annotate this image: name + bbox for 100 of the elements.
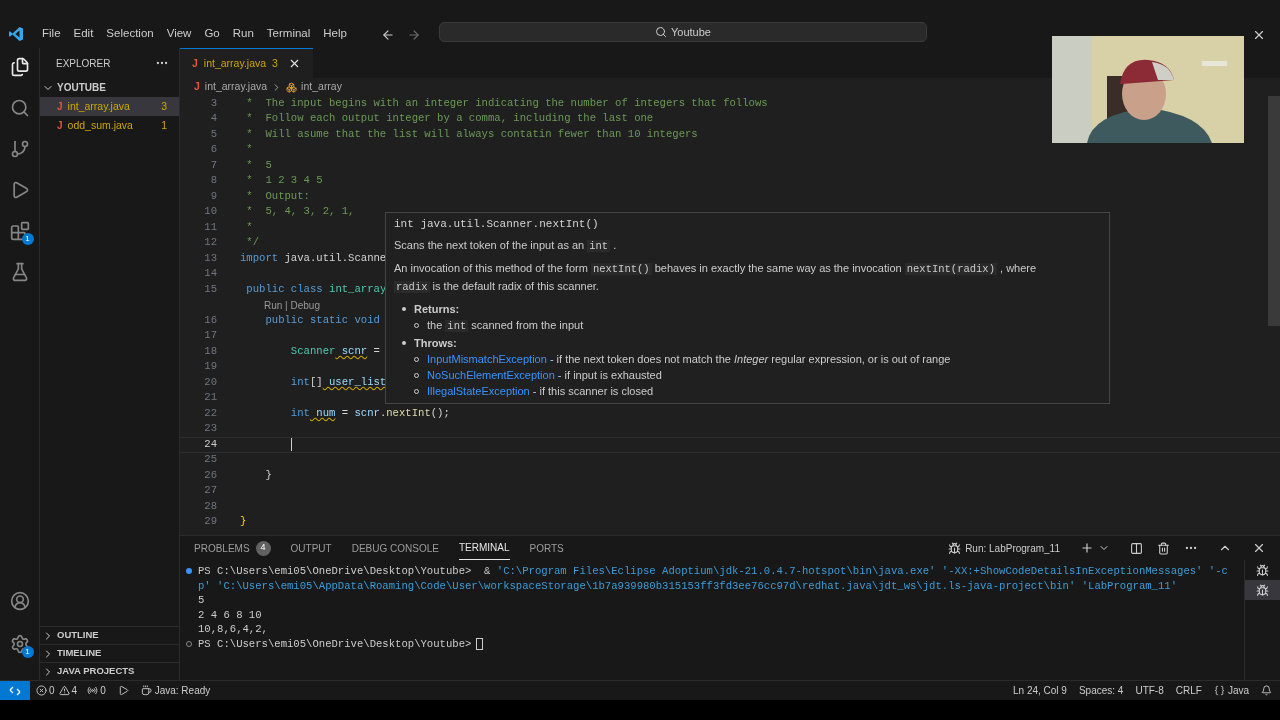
menu-item[interactable]: Terminal [266,24,311,42]
warning-icon [58,685,70,696]
run-configuration[interactable]: Run: LabProgram_11 [965,540,1060,556]
method-signature: int java.util.Scanner.nextInt() [394,217,600,232]
editor-tab[interactable]: J int_array.java 3 [180,48,313,78]
menu-item[interactable]: Run [232,24,254,42]
line-number: 28 [203,498,217,514]
code-line: * 1 2 3 4 5 [245,173,323,189]
warning-count[interactable]: 4 [71,683,78,698]
section-header[interactable]: JAVA PROJECTS [57,664,135,679]
panel-tab[interactable]: PORTS [529,536,564,560]
sidebar-title: EXPLORER [56,56,112,71]
line-number: 13 [203,250,217,266]
code-line: int[] user_list [289,374,387,390]
encoding[interactable]: UTF-8 [1135,683,1164,698]
forward-icon[interactable] [406,28,421,42]
language-mode[interactable]: Java [1227,683,1249,698]
explorer-entry[interactable]: J odd_sum.java 1 [40,116,179,135]
line-ending[interactable]: CRLF [1175,683,1202,698]
terminal-line: 2 4 6 8 10 [198,607,262,623]
line-number: 22 [203,405,217,421]
error-count[interactable]: 0 [49,683,55,698]
java-status[interactable]: Java: Ready [154,683,211,698]
back-icon[interactable] [380,28,395,42]
panel-tab[interactable]: DEBUG CONSOLE [351,536,439,560]
line-number: 26 [203,467,217,483]
throws-label: Throws: [414,336,457,351]
line-number: 7 [209,157,217,173]
line-number: 21 [203,390,217,406]
code-line: * [245,142,253,158]
throws-text: InputMismatchException - if the next token does not match the Integer regular expression, or is out of range [427,352,951,367]
code-line: public static void [264,312,380,328]
menu-item[interactable]: Go [204,24,220,42]
code-line: * Follow each output integer by a comma, including the last one [245,111,654,127]
braces-icon [1213,685,1225,696]
line-number: 23 [203,421,217,437]
breadcrumb-item[interactable]: int_array [301,79,342,95]
section-header[interactable]: TIMELINE [57,646,102,661]
throws-text: NoSuchElementException - if input is exhausted [427,368,662,383]
class-icon [286,81,298,93]
command-marker[interactable] [186,568,192,575]
folder-header[interactable]: YOUTUBE [57,80,106,95]
code-line: * The input begins with an integer indicating the number of integers that follows [245,96,768,111]
trash-icon[interactable] [1157,541,1170,555]
line-number: 25 [203,452,217,468]
new-terminal-icon[interactable] [1080,541,1094,555]
line-number: 6 [209,142,217,158]
indentation[interactable]: Spaces: 4 [1078,683,1124,698]
panel-tab[interactable]: PROBLEMS 4 [194,536,271,560]
split-icon[interactable] [1130,541,1143,555]
terminal-line: PS C:\Users\emi05\OneDrive\Desktop\Youtube> [198,636,472,652]
section-header[interactable]: OUTLINE [57,628,99,643]
returns-text: the int scanned from the input [427,318,584,334]
exception-link[interactable]: NoSuchElementException [427,369,555,381]
menu-item[interactable]: Help [323,24,347,42]
vscode-logo-icon [8,26,24,42]
line-number: 18 [203,343,217,359]
line-number: 4 [209,111,217,127]
code-line: Scanner scnr = [289,343,380,359]
menu-item[interactable]: Edit [73,24,94,42]
code-line: */ [245,235,260,251]
breadcrumb-item[interactable]: J int_array.java [194,79,268,95]
exception-link[interactable]: InputMismatchException [427,353,547,365]
codelens[interactable]: Run | Debug [264,297,320,313]
line-number: 12 [203,235,217,251]
line-number: 19 [203,359,217,375]
explorer-entry[interactable]: J int_array.java 3 [40,97,179,116]
line-number: 29 [203,514,217,530]
panel-tab[interactable]: TERMINAL [458,536,510,560]
account-icon[interactable] [8,590,31,612]
menu-item[interactable]: File [42,24,61,42]
scrollbar-thumb[interactable] [1268,96,1280,326]
line-number: 24 [203,436,217,452]
bullet-icon [402,307,406,311]
menu-item[interactable]: View [166,24,192,42]
close-icon[interactable] [1252,541,1266,555]
ports-icon [87,685,99,696]
command-center[interactable]: Youtube [670,23,711,41]
exception-link[interactable]: IllegalStateException [427,385,530,397]
throws-text: IllegalStateException - if this scanner is closed [427,384,654,399]
line-number: 14 [203,266,217,282]
code-line: * [245,219,253,235]
close-icon[interactable] [1252,28,1266,42]
line-number: 5 [209,126,217,142]
remote-button[interactable] [0,681,30,700]
line-number: 16 [203,312,217,328]
terminal-line: PS C:\Users\emi05\OneDrive\Desktop\Youtube> & 'C:\Program Files\Eclipse Adoptium\jdk-21.0.4.7-hotspot\bin\java.exe' '-XX:+ShowCodeDetailsInExceptionMessages' '-cp' 'C:\Users\emi05\AppData\Roaming\Code\User\workspaceStorage\1b7a939980b315153ff3fd3ee76cc97d\redhat.java\jdt_ws\jdt.ls-java-project\bin' 'LabProgram_11' [198,564,1229,594]
bug-icon [1256,563,1269,577]
remote-icon [9,684,21,697]
code-line: } [240,514,247,530]
code-line: int num = scnr.nextInt(); [289,405,450,421]
ports-count[interactable]: 0 [100,683,106,698]
terminal-instance[interactable] [1245,580,1280,600]
debug-icon[interactable] [117,685,129,696]
notifications-icon[interactable] [1261,685,1272,696]
panel-tab[interactable]: OUTPUT [290,536,332,560]
code-line: * Output: [245,188,310,204]
line-number: 11 [203,219,217,235]
cursor-position[interactable]: Ln 24, Col 9 [1013,683,1067,698]
menu-item[interactable]: Selection [106,24,154,42]
